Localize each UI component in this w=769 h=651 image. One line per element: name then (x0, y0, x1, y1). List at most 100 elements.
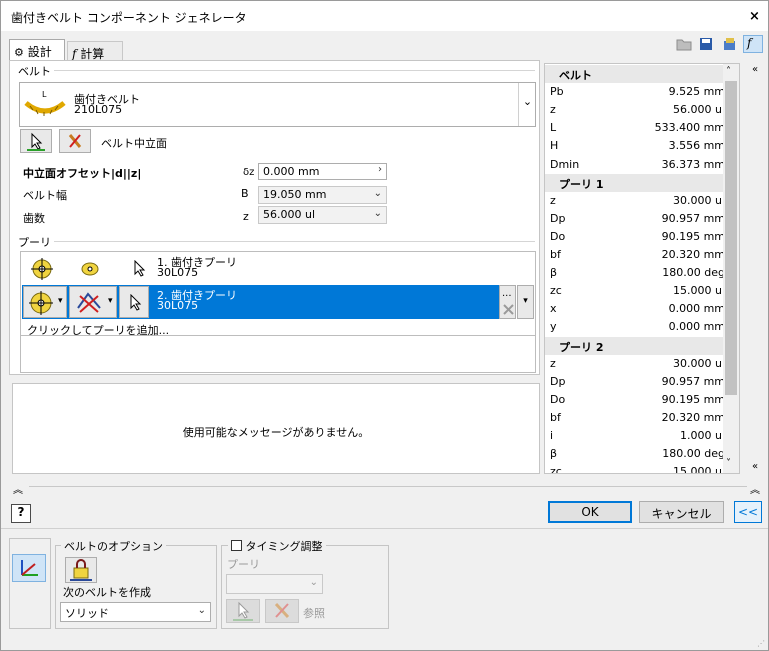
pulley-properties-button[interactable]: ... (499, 285, 516, 319)
open-folder-icon[interactable] (676, 37, 692, 51)
collapse-side-icon[interactable]: « (752, 64, 758, 75)
property-row: zc 15.000 ul (545, 282, 733, 300)
chevron-down-icon: ⌄ (197, 605, 206, 616)
property-row: i 1.000 ul (545, 427, 733, 445)
placement-cylinder-icon[interactable] (79, 260, 101, 281)
cancel-button[interactable]: キャンセル (639, 501, 724, 523)
property-row: Dp 90.957 mm (545, 210, 733, 228)
collapse-button[interactable]: << (734, 501, 762, 523)
create-belt-button[interactable] (65, 557, 97, 583)
scroll-up-icon[interactable]: ˄ (726, 66, 731, 77)
create-belt-select[interactable]: ソリッド ⌄ (60, 602, 211, 622)
pulley-row-1[interactable]: 1. 歯付きプーリ 30L075 (21, 252, 535, 284)
create-belt-value: ソリッド (65, 607, 109, 620)
property-row: β 180.00 deg (545, 264, 733, 282)
select-plane-button[interactable] (20, 129, 52, 153)
property-name: β (550, 266, 558, 280)
design-assistant-icon[interactable] (722, 37, 738, 51)
teeth-symbol: z (243, 210, 249, 223)
timing-select-button[interactable] (226, 599, 260, 623)
property-name: Dp (550, 211, 566, 225)
property-value: 180.00 deg (662, 447, 725, 461)
timing-flip-button[interactable] (265, 599, 299, 623)
property-row: z 30.000 ul (545, 355, 733, 373)
properties-scrollbar[interactable]: ˄ ˅ (723, 64, 739, 473)
toothed-belt-icon: L (24, 89, 66, 119)
belt-type-select[interactable]: L 歯付きベルト 210L075 ⌄ (19, 82, 536, 127)
chevron-down-icon: ⌄ (309, 577, 318, 588)
belt-width-select[interactable]: 19.050 mm ⌄ (258, 186, 387, 204)
property-value: 20.320 mm (661, 410, 725, 424)
offset-label: 中立面オフセット|d||z| (23, 167, 142, 180)
ok-button[interactable]: OK (548, 501, 632, 523)
chevron-down-icon: ⌄ (373, 188, 382, 199)
expand-up-right-icon[interactable]: ︽ (750, 481, 760, 496)
timing-pulley-label: プーリ (227, 558, 260, 571)
tab-design[interactable]: ⚙ 設計 (9, 39, 65, 61)
pulley-row-2[interactable]: ▾ ▾ 2. 歯付きプーリ 30L075 (22, 285, 499, 319)
belt-type-code: 210L075 (74, 103, 123, 116)
pulley-placement-button[interactable]: ▾ (69, 286, 117, 318)
svg-text:L: L (42, 90, 47, 99)
offset-input[interactable]: 0.000 mm › (258, 163, 387, 180)
window-title: 歯付きベルト コンポーネント ジェネレータ (11, 11, 247, 25)
chevron-right-icon[interactable]: › (378, 164, 382, 175)
add-pulley-row[interactable]: クリックしてプーリを追加... (21, 320, 535, 337)
save-icon[interactable] (699, 37, 713, 51)
close-button[interactable]: × (749, 9, 760, 24)
scroll-down-icon[interactable]: ˅ (726, 458, 731, 469)
chevron-down-icon[interactable]: ⌄ (518, 83, 536, 126)
belt-group-line (15, 70, 535, 71)
scroll-thumb[interactable] (725, 81, 737, 395)
add-pulley-label: クリックしてプーリを追加... (27, 324, 170, 337)
timing-checkbox[interactable] (231, 540, 242, 551)
property-value: 0.000 mm (668, 320, 725, 334)
help-button[interactable]: ? (11, 504, 31, 523)
pulley-icon (29, 291, 53, 315)
property-row: L 533.400 mm (545, 119, 733, 137)
dropdown-arrow-icon[interactable]: ▾ (108, 296, 113, 306)
property-name: Dp (550, 374, 566, 388)
coordinate-system-button[interactable] (12, 554, 46, 582)
property-name: H (550, 139, 559, 153)
property-row: bf 20.320 mm (545, 246, 733, 264)
timing-pulley-select[interactable]: ⌄ (226, 574, 323, 594)
pulley-type-button[interactable]: ▾ (23, 286, 67, 318)
resize-grip-icon[interactable]: ⋰ (757, 639, 765, 648)
property-name: Dmin (550, 157, 580, 171)
cursor-arrow-icon (233, 601, 253, 621)
property-name: y (550, 320, 557, 334)
timing-checkbox-row[interactable]: タイミング調整 (228, 538, 326, 554)
flip-plane-button[interactable] (59, 129, 91, 153)
pulley-1-code: 30L075 (157, 266, 199, 279)
property-value: 9.525 mm (668, 85, 725, 99)
chevron-down-icon: ⌄ (373, 208, 382, 219)
property-section-header: プーリ 2 (545, 336, 733, 355)
dropdown-arrow-icon[interactable]: ▾ (58, 296, 63, 306)
property-value: 30.000 ul (672, 193, 725, 207)
design-icon: ⚙ (14, 46, 24, 59)
property-row: Do 90.195 mm (545, 228, 733, 246)
property-value: 20.320 mm (661, 248, 725, 261)
offset-symbol: δz (243, 167, 255, 178)
expand-up-icon[interactable]: ︽ (13, 481, 23, 496)
timing-reference-label: 参照 (303, 607, 325, 620)
teeth-select[interactable]: 56.000 ul ⌄ (258, 206, 387, 224)
property-value: 56.000 ul (672, 103, 725, 117)
pulley-more-label: ... (502, 288, 512, 299)
pulley-select-button[interactable] (119, 286, 149, 318)
axis-icon (21, 560, 38, 576)
cursor-arrow-icon[interactable] (133, 259, 147, 281)
delete-disabled-icon (503, 304, 514, 318)
title-bar: 歯付きベルト コンポーネント ジェネレータ × (1, 1, 768, 31)
property-name: Do (550, 229, 566, 243)
collapse-side-bottom-icon[interactable]: « (752, 461, 758, 472)
tab-calculation[interactable]: f 計算 (67, 41, 123, 61)
calculation-toggle-icon[interactable]: f (743, 35, 763, 53)
coordinate-panel (9, 538, 51, 629)
belt-width-label: ベルト幅 (23, 189, 67, 202)
pulley-menu-button[interactable]: ▾ (517, 285, 534, 319)
property-value: 3.556 mm (668, 139, 725, 153)
property-row: bf 20.320 mm (545, 409, 733, 427)
timing-checkbox-label: タイミング調整 (245, 540, 323, 553)
